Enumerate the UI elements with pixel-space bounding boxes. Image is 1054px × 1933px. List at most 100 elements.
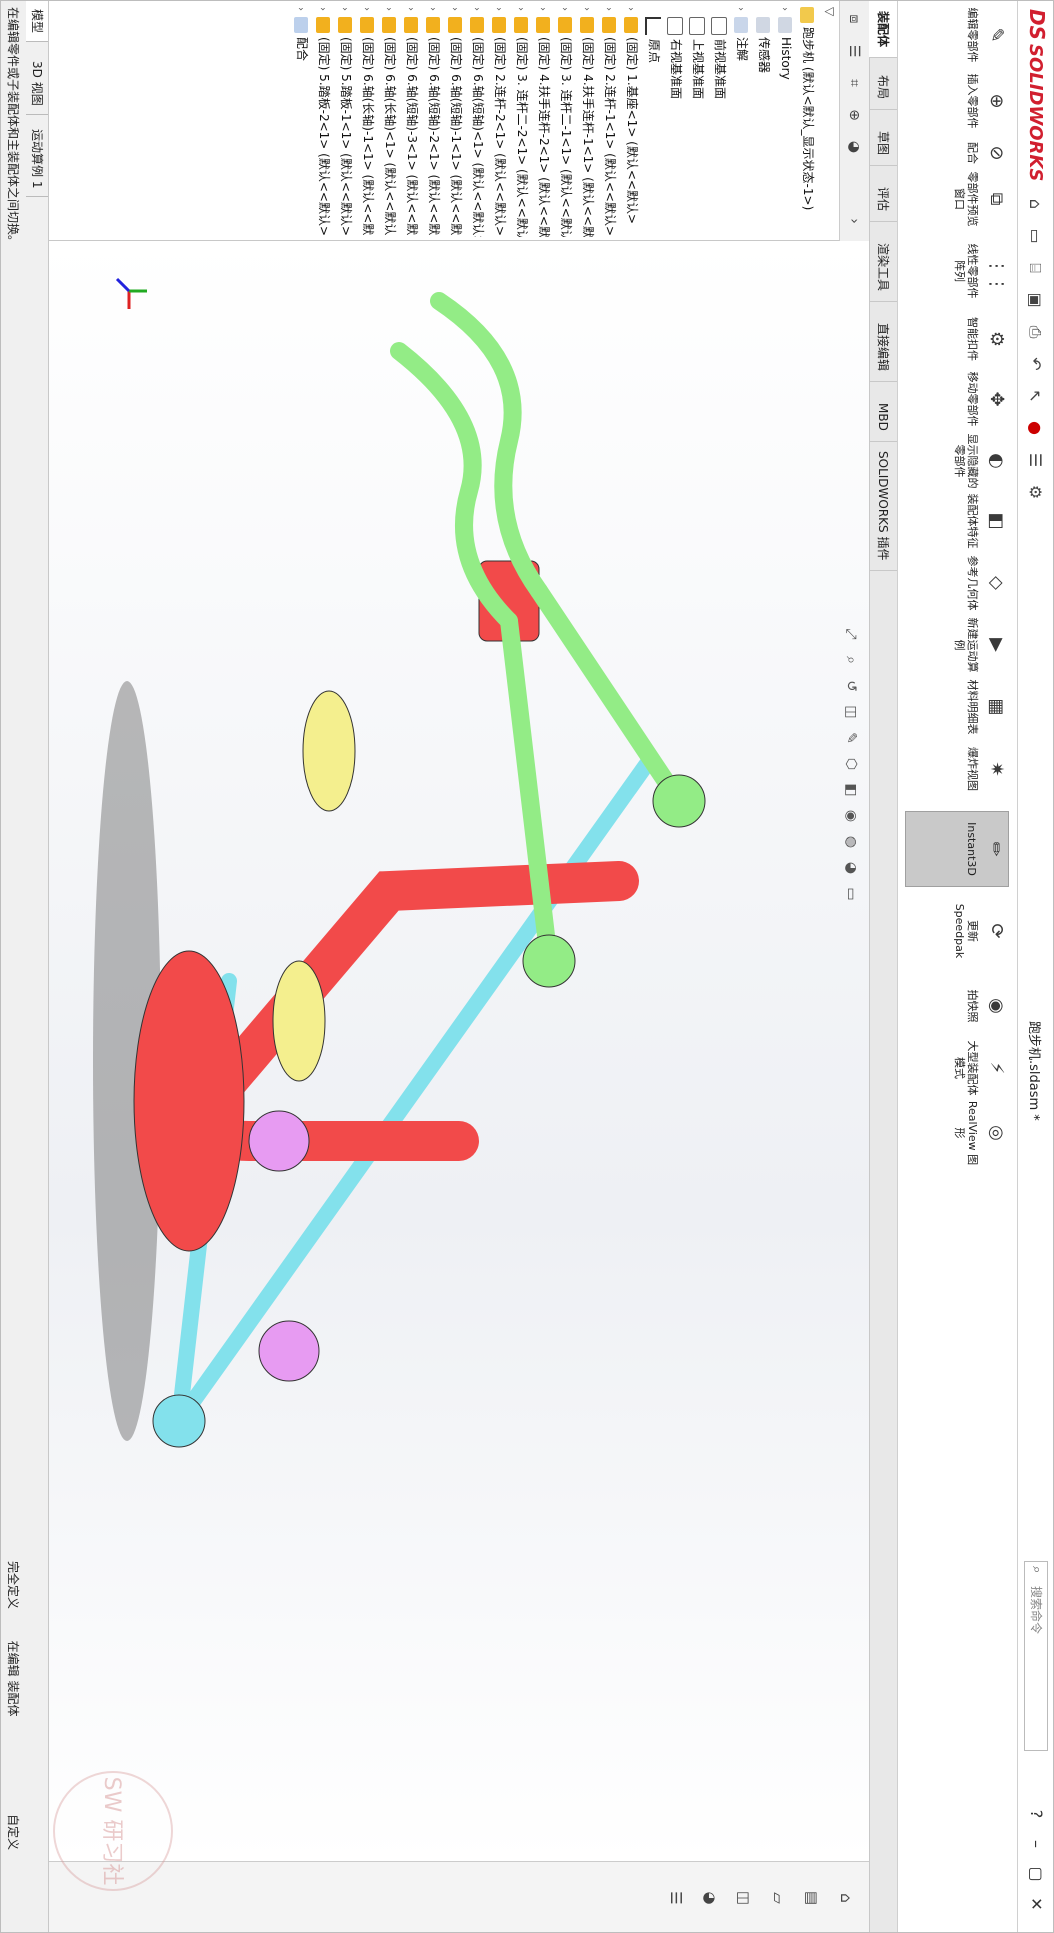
part-icon xyxy=(492,17,507,33)
tree-item-annotations[interactable]: › 注解 xyxy=(731,7,753,237)
tree-item-label: (固定) 2.连杆-2<1> (默认<<默认> xyxy=(493,37,507,236)
linear-pattern-button[interactable]: ⋮⋮ 线性零部件阵列 xyxy=(905,241,1009,301)
select-icon[interactable]: ↖ xyxy=(1023,383,1047,409)
preview-window-label: 零部件预览窗口 xyxy=(953,171,979,227)
tree-item-mates[interactable]: › 配合 xyxy=(291,7,313,237)
show-hidden-button[interactable]: ◐ 显示隐藏的零部件 xyxy=(905,431,1009,491)
tree-item-component[interactable]: › (固定) 6.轴(短轴)-1<1> (默认<<默 xyxy=(445,7,467,237)
appearances-icon[interactable]: ◕ xyxy=(697,1884,723,1912)
part-icon xyxy=(316,17,331,33)
search-commands-input[interactable]: ⌕ 搜索命令 xyxy=(1024,1561,1048,1751)
expand-panel-icon[interactable]: › xyxy=(842,207,866,235)
rebuild-icon[interactable]: ● xyxy=(1023,415,1047,441)
tree-item-component[interactable]: › (固定) 6.轴(短轴)-2<1> (默认<<默 xyxy=(423,7,445,237)
tree-item-component[interactable]: › (固定) 2.连杆-2<1> (默认<<默认> xyxy=(489,7,511,237)
unit-system[interactable]: 自定义 xyxy=(6,1814,20,1850)
tree-item-front-plane[interactable]: 前视基准面 xyxy=(709,7,731,237)
smart-fastener-icon: ⚙ xyxy=(986,330,1007,348)
snapshot-button[interactable]: ◉ 拍快照 xyxy=(905,976,1009,1036)
solidworks-resources-icon[interactable]: ⌂ xyxy=(833,1884,859,1912)
smart-fastener-label: 智能扣件 xyxy=(966,317,979,361)
print-icon[interactable]: ⎙ xyxy=(1023,319,1047,345)
assembly-feature-icon: ◧ xyxy=(986,512,1007,530)
tree-item-component[interactable]: › (固定) 3. 连杆二-1<1> (默认<<默认 xyxy=(555,7,577,237)
expand-icon: › xyxy=(581,7,592,11)
assembly-feature-button[interactable]: ◧ 装配体特征 xyxy=(905,491,1009,551)
tab-direct-edit[interactable]: 直接编辑 xyxy=(869,313,897,383)
help-icon[interactable]: ? xyxy=(1023,1801,1049,1827)
instant3d-button[interactable]: ✏ Instant3D xyxy=(905,811,1009,887)
home-icon[interactable]: ⌂ xyxy=(1023,191,1047,217)
configuration-manager-tab-icon[interactable]: ⌗ xyxy=(842,69,866,97)
tree-item-component[interactable]: › (固定) 4.扶手连杆-2<1> (默认<<默 xyxy=(533,7,555,237)
tree-item-component[interactable]: › (固定) 1.基座<1> (默认<<默认> xyxy=(621,7,643,237)
tree-item-right-plane[interactable]: 右视基准面 xyxy=(665,7,687,237)
tree-item-component[interactable]: › (固定) 6.轴(短轴)<1> (默认<<默认> xyxy=(467,7,489,237)
solidworks-logo[interactable]: DS SOLIDWORKS xyxy=(1021,9,1049,181)
tab-model[interactable]: 模型 xyxy=(26,1,48,43)
tab-3d-views[interactable]: 3D 视图 xyxy=(26,53,48,115)
tree-item-label: 传感器 xyxy=(757,37,771,74)
tree-item-label: 上视基准面 xyxy=(691,39,705,100)
tree-item-label: (固定) 6.轴(短轴)-2<1> (默认<<默 xyxy=(427,37,441,236)
file-explorer-icon[interactable]: ▱ xyxy=(765,1884,791,1912)
tree-item-top-plane[interactable]: 上视基准面 xyxy=(687,7,709,237)
tab-mbd[interactable]: MBD xyxy=(869,393,897,442)
reference-geometry-button[interactable]: ◇ 参考几何体 xyxy=(905,553,1009,613)
options-gear-icon[interactable]: ⚙ xyxy=(1023,479,1047,505)
tab-assembly[interactable]: 装配体 xyxy=(869,1,897,59)
realview-button[interactable]: ◎ RealView 图形 xyxy=(905,1100,1009,1166)
triad-z-axis xyxy=(115,277,131,293)
tree-item-component[interactable]: › (固定) 5.踏板-2<1> (默认<<默认> xyxy=(313,7,335,237)
triad-graphic xyxy=(115,277,147,309)
tab-evaluate[interactable]: 评估 xyxy=(869,177,897,223)
tab-solidworks-addins[interactable]: SOLIDWORKS 插件 xyxy=(869,441,897,572)
tree-item-component[interactable]: › (固定) 3. 连杆二-2<1> (默认<<默认 xyxy=(511,7,533,237)
expand-icon: › xyxy=(515,7,526,11)
tab-motion-study[interactable]: 运动算例 1 xyxy=(26,121,48,198)
preview-window-button[interactable]: ⧉ 零部件预览窗口 xyxy=(905,169,1009,229)
tab-render-tools[interactable]: 渲染工具 xyxy=(869,233,897,303)
tree-item-component[interactable]: › (固定) 2.连杆-1<1> (默认<<默认> xyxy=(599,7,621,237)
large-assembly-button[interactable]: ⚡ 大型装配体模式 xyxy=(905,1038,1009,1098)
edit-component-button[interactable]: ✎ 编辑零部件 xyxy=(905,5,1009,65)
tree-item-sensors[interactable]: 传感器 xyxy=(753,7,775,237)
bom-button[interactable]: ▦ 材料明细表 xyxy=(905,677,1009,737)
tree-item-component[interactable]: › (固定) 4.扶手连杆-1<1> (默认<<默 xyxy=(577,7,599,237)
tree-item-component[interactable]: › (固定) 6.轴(长轴)-1<1> (默认<<默 xyxy=(357,7,379,237)
motion-study-button[interactable]: ▶ 新建运动算例 xyxy=(905,615,1009,675)
speedpak-button[interactable]: ⟳ 更新 Speedpak xyxy=(905,896,1009,966)
undo-icon[interactable]: ↶ xyxy=(1023,351,1047,377)
move-component-button[interactable]: ✥ 移动零部件 xyxy=(905,369,1009,429)
minimize-icon[interactable]: – xyxy=(1023,1831,1049,1857)
insert-component-button[interactable]: ⊕ 插入零部件 xyxy=(905,71,1009,131)
feature-manager-tab-icon[interactable]: ⧈ xyxy=(842,5,866,33)
smart-fastener-button[interactable]: ⚙ 智能扣件 xyxy=(905,309,1009,369)
design-library-icon[interactable]: ▤ xyxy=(799,1884,825,1912)
tab-sketch[interactable]: 草图 xyxy=(869,121,897,167)
insert-component-icon: ⊕ xyxy=(986,93,1007,109)
expand-icon: › xyxy=(383,7,394,11)
display-manager-tab-icon[interactable]: ◕ xyxy=(842,133,866,161)
treadmill-model[interactable] xyxy=(49,241,869,1861)
dimxpert-tab-icon[interactable]: ⊕ xyxy=(842,101,866,129)
tree-item-history[interactable]: › History xyxy=(775,7,797,237)
graphics-area[interactable]: ⤢⌕↺◫✎⬡◧◉◍◕▭ xyxy=(49,241,869,1861)
tree-item-component[interactable]: › (固定) 6.轴(长轴)<1> (默认<<默认 xyxy=(379,7,401,237)
save-icon[interactable]: ▣ xyxy=(1023,287,1047,313)
tree-item-component[interactable]: › (固定) 6.轴(短轴)-3<1> (默认<<默 xyxy=(401,7,423,237)
custom-properties-icon[interactable]: ☰ xyxy=(663,1884,689,1912)
property-manager-tab-icon[interactable]: ☰ xyxy=(842,37,866,65)
view-palette-icon[interactable]: ◫ xyxy=(731,1884,757,1912)
tree-item-component[interactable]: › (固定) 5.踏板-1<1> (默认<<默认> xyxy=(335,7,357,237)
exploded-view-button[interactable]: ✷ 爆炸视图 xyxy=(905,739,1009,799)
file-properties-icon[interactable]: ☰ xyxy=(1023,447,1047,473)
bearing-2 xyxy=(258,1320,320,1382)
open-file-icon[interactable]: ⌸ xyxy=(1023,255,1047,281)
close-icon[interactable]: ✕ xyxy=(1023,1891,1049,1917)
new-file-icon[interactable]: ▭ xyxy=(1023,223,1047,249)
maximize-icon[interactable]: ▢ xyxy=(1023,1861,1049,1887)
tab-layout[interactable]: 布局 xyxy=(869,65,897,111)
tree-root[interactable]: 跑步机 (默认<默认_显示状态-1>) xyxy=(797,7,819,237)
tree-item-origin[interactable]: 原点 xyxy=(643,7,665,237)
